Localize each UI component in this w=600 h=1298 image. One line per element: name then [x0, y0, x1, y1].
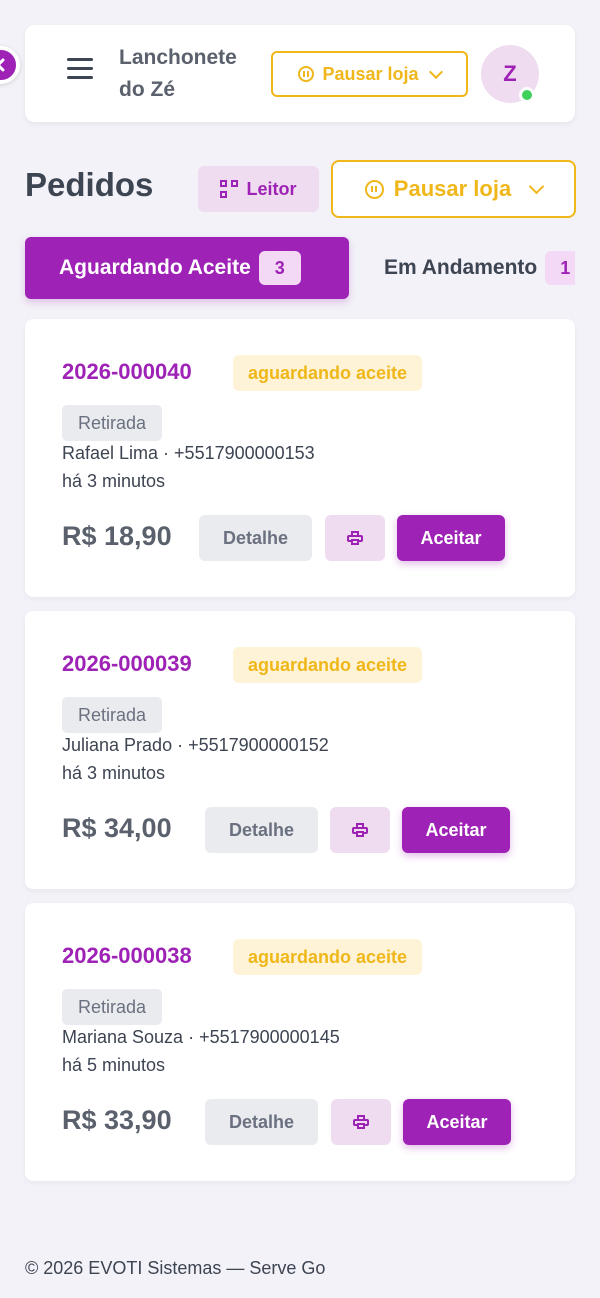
online-status-dot	[519, 87, 535, 103]
tab-label: Aguardando Aceite	[59, 256, 251, 279]
detail-button[interactable]: Detalhe	[205, 807, 318, 853]
pause-store-label: Pausar loja	[393, 176, 512, 201]
qr-code-icon	[220, 180, 239, 198]
order-type-badge: Retirada	[62, 697, 163, 733]
print-button[interactable]	[330, 807, 390, 853]
chevron-down-icon	[528, 178, 545, 195]
footer-copyright: © 2026 EVOTI Sistemas — Serve Go	[25, 1258, 326, 1278]
collapse-sidebar-button[interactable]	[0, 46, 20, 84]
chevron-down-icon	[428, 64, 443, 79]
order-id[interactable]: 2026-000038	[62, 943, 192, 969]
order-status-badge: aguardando aceite	[233, 647, 423, 683]
printer-icon	[352, 823, 368, 837]
order-status-badge: aguardando aceite	[233, 355, 423, 391]
printer-icon	[347, 531, 363, 545]
pause-icon	[298, 66, 315, 82]
tab-label: Em Andamento	[384, 256, 538, 279]
tab-aguardando-aceite[interactable]: Aguardando Aceite 3	[25, 237, 349, 299]
order-status-badge: aguardando aceite	[233, 939, 423, 975]
pause-icon	[364, 179, 384, 199]
store-name: Lanchonete do Zé	[119, 46, 237, 101]
print-button[interactable]	[331, 1099, 391, 1145]
pause-store-label: Pausar loja	[322, 63, 419, 84]
reader-label: Leitor	[246, 178, 297, 199]
tabs-bar: Aguardando Aceite 3 Em Andamento 1	[0, 230, 577, 310]
pause-store-dropdown[interactable]: Pausar loja	[271, 51, 468, 97]
order-id[interactable]: 2026-000039	[62, 651, 192, 677]
order-card: 2026-000038 aguardando aceite Retirada M…	[25, 903, 575, 1181]
tab-count-badge: 3	[258, 251, 301, 285]
page-title: Pedidos	[25, 166, 154, 203]
order-id[interactable]: 2026-000040	[62, 359, 192, 385]
order-time: há 3 minutos	[62, 471, 166, 491]
detail-button[interactable]: Detalhe	[205, 1099, 318, 1145]
order-price: R$ 18,90	[62, 521, 172, 551]
order-customer: Mariana Souza · +5517900000145	[62, 1027, 340, 1047]
order-type-badge: Retirada	[62, 405, 163, 441]
order-time: há 5 minutos	[62, 1055, 166, 1075]
print-button[interactable]	[325, 515, 385, 561]
order-customer: Juliana Prado · +5517900000152	[62, 735, 329, 755]
order-card: 2026-000039 aguardando aceite Retirada J…	[25, 611, 575, 889]
printer-icon	[353, 1115, 369, 1129]
order-price: R$ 33,90	[62, 1105, 172, 1135]
reader-button[interactable]: Leitor	[198, 166, 319, 212]
order-time: há 3 minutos	[62, 763, 166, 783]
detail-button[interactable]: Detalhe	[199, 515, 312, 561]
accept-button[interactable]: Aceitar	[397, 515, 505, 561]
top-header: Lanchonete do Zé Pausar loja Z	[25, 25, 575, 122]
accept-button[interactable]: Aceitar	[402, 807, 510, 853]
chevron-left-icon	[0, 58, 5, 72]
tab-em-andamento[interactable]: Em Andamento 1	[384, 237, 576, 299]
pause-store-button[interactable]: Pausar loja	[331, 160, 576, 218]
order-card: 2026-000040 aguardando aceite Retirada R…	[25, 319, 575, 597]
tab-count-badge: 1	[545, 251, 576, 285]
order-type-badge: Retirada	[62, 989, 163, 1025]
accept-button[interactable]: Aceitar	[403, 1099, 511, 1145]
order-price: R$ 34,00	[62, 813, 172, 843]
order-customer: Rafael Lima · +5517900000153	[62, 443, 315, 463]
menu-icon[interactable]	[67, 58, 95, 82]
